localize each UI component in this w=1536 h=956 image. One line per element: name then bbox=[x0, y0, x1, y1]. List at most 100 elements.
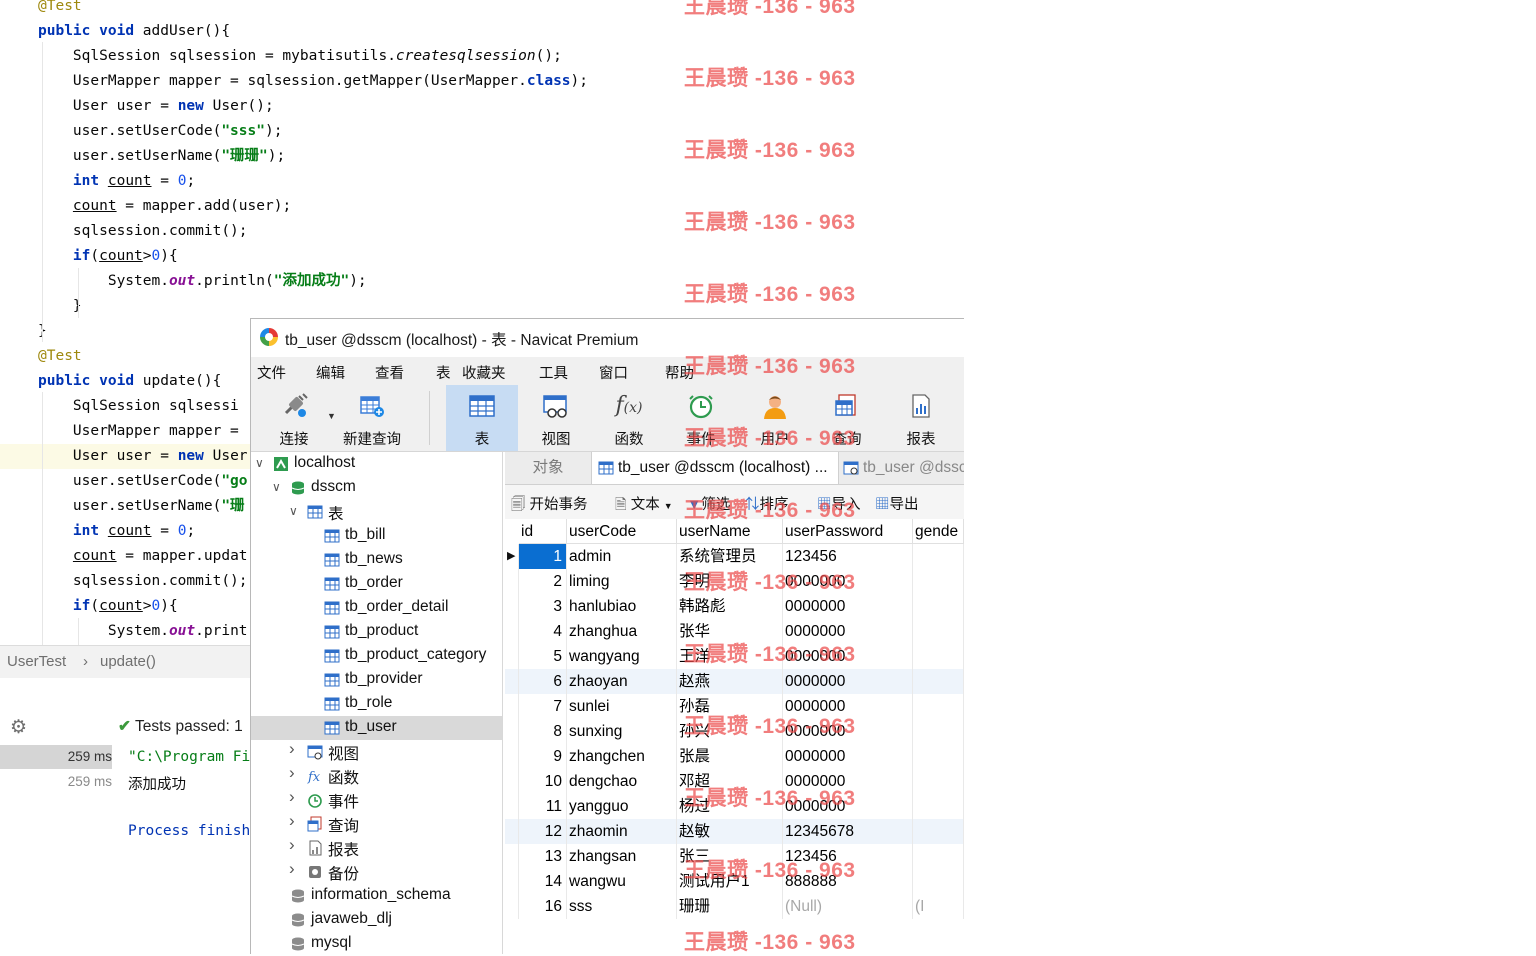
cell-userCode[interactable]: sss bbox=[567, 894, 677, 919]
cell-userName[interactable]: 王洋 bbox=[677, 644, 783, 669]
cell-id[interactable]: 3 bbox=[519, 594, 567, 619]
new-query-button[interactable]: 新建查询 bbox=[339, 385, 405, 451]
cell-userPassword[interactable]: 123456 bbox=[783, 844, 913, 869]
cell-userPassword[interactable]: 123456 bbox=[783, 544, 913, 569]
cell-userPassword[interactable]: 0000000 bbox=[783, 769, 913, 794]
chevron-right-icon[interactable]: › bbox=[289, 787, 295, 807]
table-row[interactable]: 4 zhanghua 张华 0000000 bbox=[505, 619, 964, 644]
cell-gender[interactable]: (I bbox=[913, 894, 964, 919]
row-marker[interactable] bbox=[505, 594, 519, 619]
export-button[interactable]: ▦导出 bbox=[875, 493, 919, 514]
code-line[interactable]: User user = new User(); bbox=[0, 94, 960, 119]
cell-userPassword[interactable]: 0000000 bbox=[783, 694, 913, 719]
row-marker[interactable] bbox=[505, 894, 519, 919]
table-row[interactable]: 9 zhangchen 张晨 0000000 bbox=[505, 744, 964, 769]
cell-userCode[interactable]: liming bbox=[567, 569, 677, 594]
cell-gender[interactable] bbox=[913, 544, 964, 569]
tab-tb-user-2[interactable]: tb_user @dssc bbox=[837, 452, 964, 484]
tree-database-javaweb-dlj[interactable]: javaweb_dlj bbox=[251, 908, 502, 932]
table-row[interactable]: 2 liming 李明 0000000 bbox=[505, 569, 964, 594]
cell-id[interactable]: 7 bbox=[519, 694, 567, 719]
tree-database-information-schema[interactable]: information_schema bbox=[251, 884, 502, 908]
chevron-right-icon[interactable]: › bbox=[289, 859, 295, 879]
cell-userName[interactable]: 珊珊 bbox=[677, 894, 783, 919]
cell-id[interactable]: 10 bbox=[519, 769, 567, 794]
table-row[interactable]: 8 sunxing 孙兴 0000000 bbox=[505, 719, 964, 744]
cell-userCode[interactable]: zhaoyan bbox=[567, 669, 677, 694]
row-marker[interactable] bbox=[505, 644, 519, 669]
cell-gender[interactable] bbox=[913, 844, 964, 869]
chevron-down-icon[interactable]: ∨ bbox=[289, 504, 298, 518]
cell-userName[interactable]: 张华 bbox=[677, 619, 783, 644]
tree-folder-4[interactable]: › 报表 bbox=[251, 835, 502, 860]
cell-userCode[interactable]: wangyang bbox=[567, 644, 677, 669]
table-button[interactable]: 表 bbox=[446, 385, 518, 451]
cell-userPassword[interactable]: 12345678 bbox=[783, 819, 913, 844]
breadcrumb-class[interactable]: UserTest bbox=[7, 653, 66, 670]
tree-folder-2[interactable]: › 事件 bbox=[251, 787, 502, 812]
tree-folder-0[interactable]: › 视图 bbox=[251, 739, 502, 764]
cell-id[interactable]: 16 bbox=[519, 894, 567, 919]
cell-userName[interactable]: 李明 bbox=[677, 569, 783, 594]
cell-id[interactable]: 11 bbox=[519, 794, 567, 819]
cell-gender[interactable] bbox=[913, 594, 964, 619]
cell-id[interactable]: 2 bbox=[519, 569, 567, 594]
cell-gender[interactable] bbox=[913, 794, 964, 819]
cell-gender[interactable] bbox=[913, 769, 964, 794]
cell-userName[interactable]: 孙兴 bbox=[677, 719, 783, 744]
code-line[interactable]: System.out.println("添加成功"); bbox=[0, 269, 960, 294]
tree-table-tb-order[interactable]: tb_order bbox=[251, 572, 502, 596]
table-row[interactable]: 5 wangyang 王洋 0000000 bbox=[505, 644, 964, 669]
run-console[interactable]: "C:\Program Fi 添加成功 Process finish bbox=[112, 744, 250, 953]
tree-folder-1[interactable]: › fx 函数 bbox=[251, 763, 502, 788]
row-marker[interactable] bbox=[505, 794, 519, 819]
chevron-right-icon[interactable]: › bbox=[289, 763, 295, 783]
cell-userName[interactable]: 张三 bbox=[677, 844, 783, 869]
table-row[interactable]: 6 zhaoyan 赵燕 0000000 bbox=[505, 669, 964, 694]
row-marker[interactable] bbox=[505, 869, 519, 894]
chevron-right-icon[interactable]: › bbox=[289, 835, 295, 855]
view-button[interactable]: 视图 bbox=[528, 385, 584, 451]
current-row-marker-icon[interactable]: ▶ bbox=[505, 544, 519, 569]
event-button[interactable]: 事件 bbox=[673, 385, 729, 451]
tree-table-tb-role[interactable]: tb_role bbox=[251, 692, 502, 716]
cell-userPassword[interactable]: 0000000 bbox=[783, 594, 913, 619]
cell-id[interactable]: 5 bbox=[519, 644, 567, 669]
tree-connection-localhost[interactable]: ∨ localhost bbox=[251, 452, 502, 476]
cell-gender[interactable] bbox=[913, 719, 964, 744]
cell-userName[interactable]: 系统管理员 bbox=[677, 544, 783, 569]
cell-userCode[interactable]: hanlubiao bbox=[567, 594, 677, 619]
cell-userPassword[interactable]: 0000000 bbox=[783, 794, 913, 819]
cell-userName[interactable]: 测试用户1 bbox=[677, 869, 783, 894]
filter-button[interactable]: ▼筛选 bbox=[687, 493, 730, 514]
cell-userCode[interactable]: zhaomin bbox=[567, 819, 677, 844]
tree-table-tb-provider[interactable]: tb_provider bbox=[251, 668, 502, 692]
tree-table-tb-product-category[interactable]: tb_product_category bbox=[251, 644, 502, 668]
cell-id[interactable]: 6 bbox=[519, 669, 567, 694]
row-marker[interactable] bbox=[505, 819, 519, 844]
tree-folder-tables[interactable]: ∨ 表 bbox=[251, 500, 502, 524]
cell-userName[interactable]: 赵敏 bbox=[677, 819, 783, 844]
cell-userName[interactable]: 韩路彪 bbox=[677, 594, 783, 619]
row-marker[interactable] bbox=[505, 769, 519, 794]
import-button[interactable]: ▦导入 bbox=[817, 493, 861, 514]
code-line[interactable]: SqlSession sqlsession = mybatisutils.cre… bbox=[0, 44, 960, 69]
table-row[interactable]: 10 dengchao 邓超 0000000 bbox=[505, 769, 964, 794]
row-marker[interactable] bbox=[505, 669, 519, 694]
column-header[interactable]: userPassword bbox=[783, 519, 913, 544]
code-line[interactable]: count = mapper.add(user); bbox=[0, 194, 960, 219]
cell-userCode[interactable]: zhangchen bbox=[567, 744, 677, 769]
tab-objects[interactable]: 对象 bbox=[505, 452, 591, 484]
cell-id[interactable]: 12 bbox=[519, 819, 567, 844]
cell-gender[interactable] bbox=[913, 869, 964, 894]
tree-database-dsscm[interactable]: ∨ dsscm bbox=[251, 476, 502, 500]
cell-userCode[interactable]: admin bbox=[567, 544, 677, 569]
tree-table-tb-news[interactable]: tb_news bbox=[251, 548, 502, 572]
cell-id[interactable]: 14 bbox=[519, 869, 567, 894]
tree-folder-5[interactable]: › 备份 bbox=[251, 859, 502, 884]
cell-gender[interactable] bbox=[913, 619, 964, 644]
menu-window[interactable]: 窗口 bbox=[599, 362, 628, 383]
menu-table[interactable]: 表 bbox=[436, 362, 451, 383]
row-marker[interactable] bbox=[505, 744, 519, 769]
table-row[interactable]: 3 hanlubiao 韩路彪 0000000 bbox=[505, 594, 964, 619]
